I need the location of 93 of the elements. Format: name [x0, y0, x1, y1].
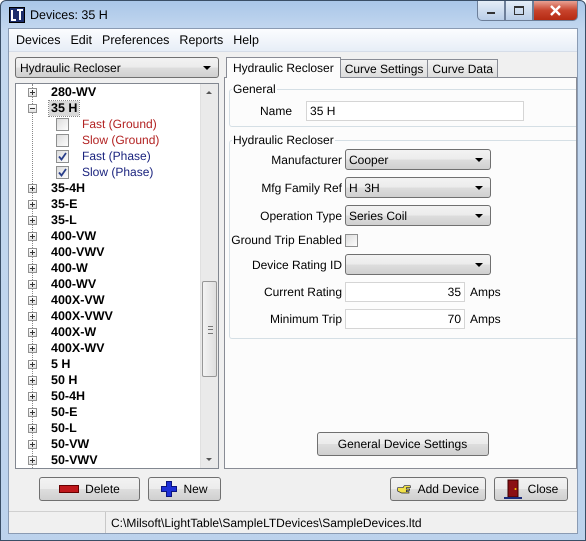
menu-item[interactable]: Devices [11, 33, 66, 47]
tree-item[interactable]: 280-WV [49, 84, 98, 100]
device-type-dropdown[interactable]: Hydraulic Recloser [15, 57, 219, 78]
close-button[interactable]: Close [494, 477, 568, 501]
tab[interactable]: Curve Settings [340, 59, 428, 77]
checkbox[interactable] [345, 234, 358, 246]
field-label: Mfg Family Ref [260, 180, 342, 194]
file-path: C:\Milsoft\LightTable\SampleLTDevices\SampleDevices.ltd [110, 516, 422, 530]
tree-item[interactable]: 50-L [49, 420, 79, 436]
dropdown[interactable]: H 3H [345, 177, 491, 198]
group-title: General [232, 82, 277, 96]
bar-icon [59, 484, 80, 494]
checkbox[interactable] [56, 150, 69, 162]
delete-button[interactable]: Delete [39, 477, 140, 501]
unit-label: Amps [470, 312, 501, 326]
plus-icon [161, 481, 178, 497]
app-logo-icon [9, 6, 25, 22]
tree-item[interactable]: 400X-VWV [49, 308, 115, 324]
scrollbar[interactable] [200, 84, 218, 468]
unit-label: Amps [470, 285, 501, 299]
expand-icon[interactable] [28, 232, 37, 240]
tab[interactable]: Curve Data [427, 59, 498, 77]
tree-item[interactable]: 35-4H [49, 180, 88, 196]
field-label: Device Rating ID [250, 258, 342, 272]
close-button[interactable] [533, 1, 578, 21]
expand-icon[interactable] [28, 248, 37, 256]
expand-icon[interactable] [28, 424, 37, 432]
expand-icon[interactable] [28, 312, 37, 320]
dropdown[interactable] [345, 254, 491, 275]
tree-item[interactable]: 5 H [49, 356, 72, 372]
expand-icon[interactable] [28, 440, 37, 448]
tree-item[interactable]: 35-E [49, 196, 80, 212]
tree-item[interactable]: 400X-W [49, 324, 98, 340]
tree-item[interactable]: Slow (Ground) [82, 133, 160, 147]
field-label: Operation Type [259, 208, 342, 222]
tree-item[interactable]: 50-VWV [49, 452, 100, 468]
checkbox[interactable] [56, 166, 69, 178]
tree-item[interactable]: 400X-VW [49, 292, 106, 308]
tree-item[interactable]: 50-VW [49, 436, 92, 452]
tree-item[interactable]: Fast (Ground) [82, 117, 157, 131]
tree-item[interactable]: 400-WV [49, 276, 98, 292]
expand-icon[interactable] [28, 200, 37, 208]
tab[interactable]: Hydraulic Recloser [226, 57, 341, 78]
expand-icon[interactable] [28, 456, 37, 464]
dropdown[interactable]: Cooper [345, 149, 491, 170]
number-field[interactable]: 35 [345, 282, 465, 302]
menu-item[interactable]: Help [228, 33, 264, 47]
expand-icon[interactable] [28, 296, 37, 304]
tree-item[interactable]: Slow (Phase) [82, 165, 154, 179]
expand-icon[interactable] [28, 392, 37, 400]
menu-item[interactable]: Reports [174, 33, 228, 47]
expand-icon[interactable] [28, 280, 37, 288]
minimize-button[interactable] [477, 1, 505, 21]
number-field[interactable]: 70 [345, 309, 465, 329]
window-title: Devices: 35 H [30, 8, 108, 22]
expand-icon[interactable] [28, 264, 37, 272]
tree-item[interactable]: 400-VWV [49, 244, 106, 260]
settings-button[interactable]: General Device Settings [316, 432, 488, 456]
group-title: Hydraulic Recloser [232, 133, 335, 147]
maximize-button[interactable] [505, 1, 533, 21]
new-button[interactable]: New [148, 477, 221, 501]
expand-icon[interactable] [28, 328, 37, 336]
checkbox[interactable] [56, 118, 69, 130]
expand-icon[interactable] [28, 344, 37, 352]
expand-icon[interactable] [28, 360, 37, 368]
expand-icon[interactable] [28, 376, 37, 384]
expand-icon[interactable] [28, 216, 37, 224]
expand-icon[interactable] [28, 88, 37, 96]
tree-item[interactable]: 50-4H [49, 388, 88, 404]
expand-icon[interactable] [28, 408, 37, 416]
field-label: Minimum Trip [268, 312, 342, 326]
collapse-icon[interactable] [28, 104, 37, 112]
tree-item[interactable]: 35-L [49, 212, 79, 228]
field-label: Manufacturer [270, 152, 342, 166]
tree-item[interactable]: 50 H [49, 372, 80, 388]
tree-item[interactable]: 400-VW [49, 228, 98, 244]
field-label: Current Rating [262, 285, 342, 299]
tree-item[interactable]: 400X-WV [49, 340, 106, 356]
name-field[interactable]: 35 H [306, 101, 524, 121]
close-icon [550, 5, 561, 16]
dropdown[interactable]: Series Coil [345, 205, 491, 226]
field-label: Ground Trip Enabled [230, 233, 342, 247]
tree-item[interactable]: 400-W [49, 260, 90, 276]
menu-item[interactable]: Edit [65, 33, 98, 47]
add-button[interactable]: Add Device [390, 477, 486, 501]
menu-item[interactable]: Preferences [97, 33, 174, 47]
field-label: Name [260, 104, 292, 118]
expand-icon[interactable] [28, 184, 37, 192]
door-icon [504, 479, 522, 499]
checkbox[interactable] [56, 134, 69, 146]
tree-item[interactable]: 35 H [49, 100, 80, 116]
tree-item[interactable]: Fast (Phase) [82, 149, 151, 163]
tree-item[interactable]: 50-E [49, 404, 80, 420]
